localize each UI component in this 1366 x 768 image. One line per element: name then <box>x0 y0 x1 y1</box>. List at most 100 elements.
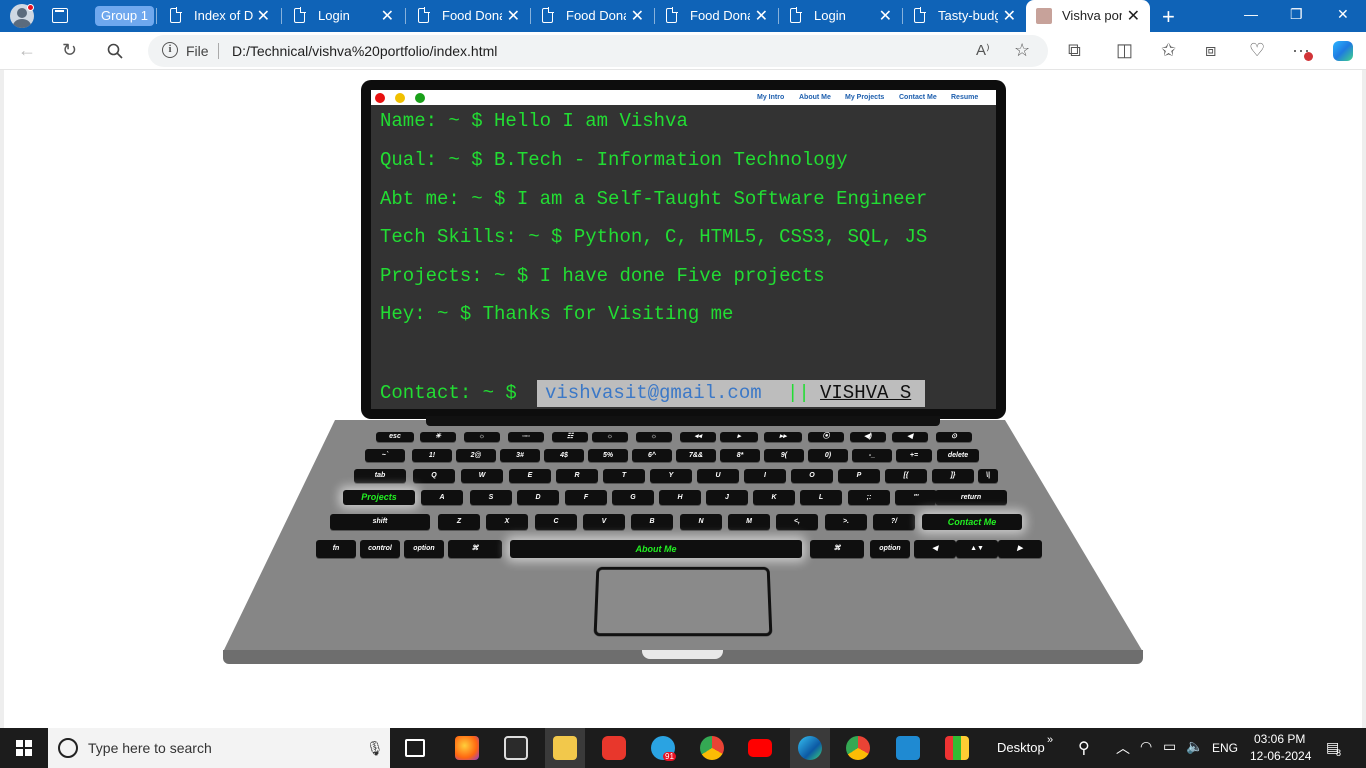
keyboard-key: "' <box>895 490 937 505</box>
keyboard-key: B <box>631 514 673 530</box>
keyboard-key: ◀ <box>914 540 956 558</box>
nav-key-about-me[interactable]: About Me <box>510 540 802 558</box>
windows-start-icon[interactable] <box>16 740 32 756</box>
wps-office-icon[interactable] <box>602 736 626 760</box>
search-placeholder: Type here to search <box>88 740 212 756</box>
volume-icon[interactable]: 🔈 <box>1186 738 1203 755</box>
keyboard-key: ]} <box>932 469 974 483</box>
keyboard-key: U <box>697 469 739 483</box>
terminal-line-name: Name: ~ $ Hello I am Vishva <box>380 110 688 132</box>
keyboard-key: ▫▫▫ <box>508 432 544 442</box>
keyboard-key: return <box>935 490 1007 505</box>
keyboard-key: option <box>870 540 910 558</box>
keyboard-key: 2@ <box>456 449 496 462</box>
nav-resume[interactable]: Resume <box>951 94 978 101</box>
keyboard-key: N <box>680 514 722 530</box>
keyboard-key: K <box>753 490 795 505</box>
terminal-line-about: Abt me: ~ $ I am a Self-Taught Software … <box>380 188 928 210</box>
keyboard-key: E <box>509 469 551 483</box>
keyboard-key: -_ <box>852 449 892 462</box>
keyboard-key: 8* <box>720 449 760 462</box>
show-hidden-icons-icon[interactable]: ︿ <box>1116 738 1130 758</box>
nav-about-me[interactable]: About Me <box>799 94 831 101</box>
search-circle-icon <box>58 738 78 758</box>
app-icon[interactable] <box>945 736 969 760</box>
keyboard-key: ⌘ <box>448 540 502 558</box>
keyboard-key: G <box>612 490 654 505</box>
wifi-icon[interactable]: ◠ <box>1140 738 1152 755</box>
keyboard-key: 9( <box>764 449 804 462</box>
clock-time[interactable]: 03:06 PM <box>1254 732 1305 746</box>
keyboard-key: M <box>728 514 770 530</box>
keyboard-key: V <box>583 514 625 530</box>
keyboard-key: Z <box>438 514 480 530</box>
keyboard-key: 1! <box>412 449 452 462</box>
notification-count: 8 <box>1336 748 1342 758</box>
laptop-notch <box>642 650 723 659</box>
keyboard-key: ☼ <box>636 432 672 442</box>
battery-icon[interactable]: ▭ <box>1163 738 1176 755</box>
keyboard-key: <, <box>776 514 818 530</box>
keyboard-key: O <box>791 469 833 483</box>
keyboard-key: ;: <box>848 490 890 505</box>
file-explorer-icon[interactable] <box>553 736 577 760</box>
keyboard-key: ◀) <box>850 432 886 442</box>
keyboard-key: ☷ <box>552 432 588 442</box>
terminal-line-qual: Qual: ~ $ B.Tech - Information Technolog… <box>380 149 848 171</box>
keyboard-key: I <box>744 469 786 483</box>
terminal-title-bar: My Intro About Me My Projects Contact Me… <box>371 90 996 105</box>
clock-date[interactable]: 12-06-2024 <box>1250 749 1311 763</box>
keyboard-key: fn <box>316 540 356 558</box>
keyboard-key: T <box>603 469 645 483</box>
contact-email-link[interactable]: vishvasit@gmail.com <box>545 382 762 404</box>
contact-separator: || <box>787 382 810 404</box>
vscode-icon[interactable] <box>896 736 920 760</box>
firefox-icon[interactable] <box>455 736 479 760</box>
terminal-contact-prefix: Contact: ~ $ <box>380 382 517 404</box>
keyboard-key: += <box>896 449 932 462</box>
keyboard-key: tab <box>354 469 406 483</box>
keyboard-key: Y <box>650 469 692 483</box>
keyboard-key: ▸▸ <box>764 432 802 442</box>
keyboard-key: ⦿ <box>808 432 844 442</box>
keyboard-key: [{ <box>885 469 927 483</box>
keyboard-key: ?/ <box>873 514 915 530</box>
keyboard-key: 6^ <box>632 449 672 462</box>
keyboard-key: 5% <box>588 449 628 462</box>
nav-contact-me[interactable]: Contact Me <box>899 94 937 101</box>
maximize-dot-icon <box>415 93 425 103</box>
terminal-line-skills: Tech Skills: ~ $ Python, C, HTML5, CSS3,… <box>380 226 928 248</box>
keyboard-key: R <box>556 469 598 483</box>
minimize-dot-icon <box>395 93 405 103</box>
nav-my-projects[interactable]: My Projects <box>845 94 884 101</box>
laptop-hinge <box>426 416 940 426</box>
keyboard-key: C <box>535 514 577 530</box>
keyboard-key: ◂◂ <box>680 432 716 442</box>
chrome-profile-icon[interactable] <box>846 736 870 760</box>
keyboard-key: Q <box>413 469 455 483</box>
keyboard-key: ☼ <box>464 432 500 442</box>
nav-my-intro[interactable]: My Intro <box>757 94 784 101</box>
keyboard-key: P <box>838 469 880 483</box>
contact-name-link[interactable]: VISHVA S <box>820 382 911 404</box>
task-view-icon[interactable] <box>405 739 425 757</box>
nav-key-projects[interactable]: Projects <box>343 490 415 505</box>
chrome-icon[interactable] <box>700 736 724 760</box>
language-indicator[interactable]: ENG <box>1212 741 1238 755</box>
keyboard-key: H <box>659 490 701 505</box>
keyboard-key: L <box>800 490 842 505</box>
keyboard-key: ▲▼ <box>956 540 998 558</box>
keyboard-key: A <box>421 490 463 505</box>
microphone-icon[interactable]: 🎙 <box>366 740 384 757</box>
edge-icon[interactable] <box>798 736 822 760</box>
keyboard-key: 3# <box>500 449 540 462</box>
nav-key-contact-me[interactable]: Contact Me <box>922 514 1022 530</box>
youtube-icon[interactable] <box>748 739 772 757</box>
keyboard-key: ▸ <box>720 432 758 442</box>
taskbar-search[interactable]: Type here to search 🎙 <box>48 728 390 768</box>
toolbar-expand-icon[interactable]: » <box>1047 734 1053 746</box>
keyboard-key: ☀ <box>420 432 456 442</box>
store-icon[interactable] <box>504 736 528 760</box>
desktop-toolbar-label[interactable]: Desktop <box>997 740 1045 755</box>
people-icon[interactable]: ⚲ <box>1078 738 1090 758</box>
